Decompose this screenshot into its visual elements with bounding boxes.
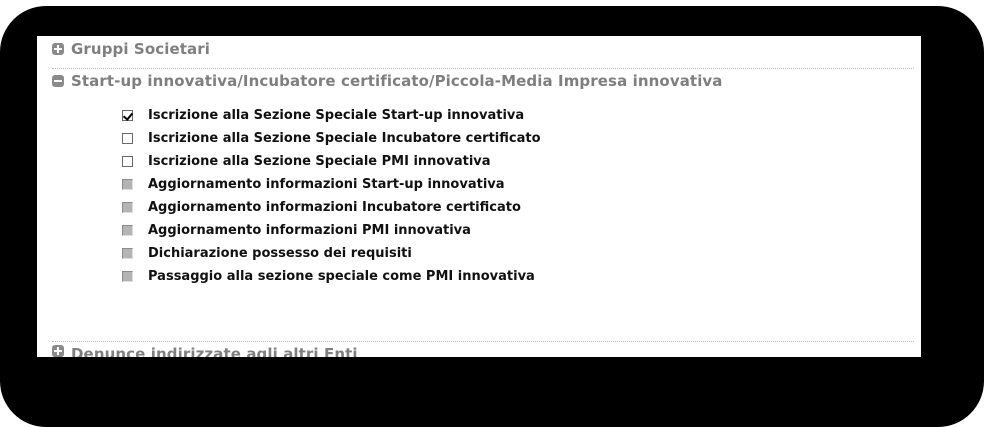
checkbox[interactable] <box>122 110 133 121</box>
expand-plus-icon[interactable] <box>52 43 64 55</box>
checkbox[interactable] <box>122 156 133 167</box>
option-label: Passaggio alla sezione speciale come PMI… <box>148 269 535 284</box>
option-label: Dichiarazione possesso dei requisiti <box>148 246 412 261</box>
list-item[interactable]: Iscrizione alla Sezione Speciale Incubat… <box>122 127 541 150</box>
checkbox-disabled <box>122 202 133 213</box>
option-label[interactable]: Iscrizione alla Sezione Speciale PMI inn… <box>148 154 491 169</box>
list-item: Aggiornamento informazioni Start-up inno… <box>122 173 541 196</box>
checkbox-disabled <box>122 271 133 282</box>
list-item[interactable]: Iscrizione alla Sezione Speciale Start-u… <box>122 104 541 127</box>
section-startup-innovativa[interactable]: Start-up innovativa/Incubatore certifica… <box>52 68 914 93</box>
checkbox[interactable] <box>122 133 133 144</box>
expand-plus-icon[interactable] <box>52 345 64 357</box>
option-label: Aggiornamento informazioni Incubatore ce… <box>148 200 521 215</box>
section-denunce-enti[interactable]: Denunce indirizzate agli altri Enti <box>52 341 914 357</box>
list-item: Aggiornamento informazioni PMI innovativ… <box>122 219 541 242</box>
option-label: Aggiornamento informazioni PMI innovativ… <box>148 223 471 238</box>
option-label: Aggiornamento informazioni Start-up inno… <box>148 177 505 192</box>
section-gruppi-societari[interactable]: Gruppi Societari <box>52 37 914 61</box>
checkbox-disabled <box>122 225 133 236</box>
list-item[interactable]: Iscrizione alla Sezione Speciale PMI inn… <box>122 150 541 173</box>
options-list: Iscrizione alla Sezione Speciale Start-u… <box>122 104 541 288</box>
section-label[interactable]: Denunce indirizzate agli altri Enti <box>71 345 358 357</box>
checkbox-disabled <box>122 248 133 259</box>
collapse-minus-icon[interactable] <box>52 75 64 87</box>
checkbox-disabled <box>122 179 133 190</box>
list-item: Dichiarazione possesso dei requisiti <box>122 242 541 265</box>
section-label[interactable]: Gruppi Societari <box>71 40 210 58</box>
list-item: Aggiornamento informazioni Incubatore ce… <box>122 196 541 219</box>
list-item: Passaggio alla sezione speciale come PMI… <box>122 265 541 288</box>
option-label[interactable]: Iscrizione alla Sezione Speciale Start-u… <box>148 108 524 123</box>
section-label[interactable]: Start-up innovativa/Incubatore certifica… <box>71 72 723 90</box>
option-label[interactable]: Iscrizione alla Sezione Speciale Incubat… <box>148 131 541 146</box>
